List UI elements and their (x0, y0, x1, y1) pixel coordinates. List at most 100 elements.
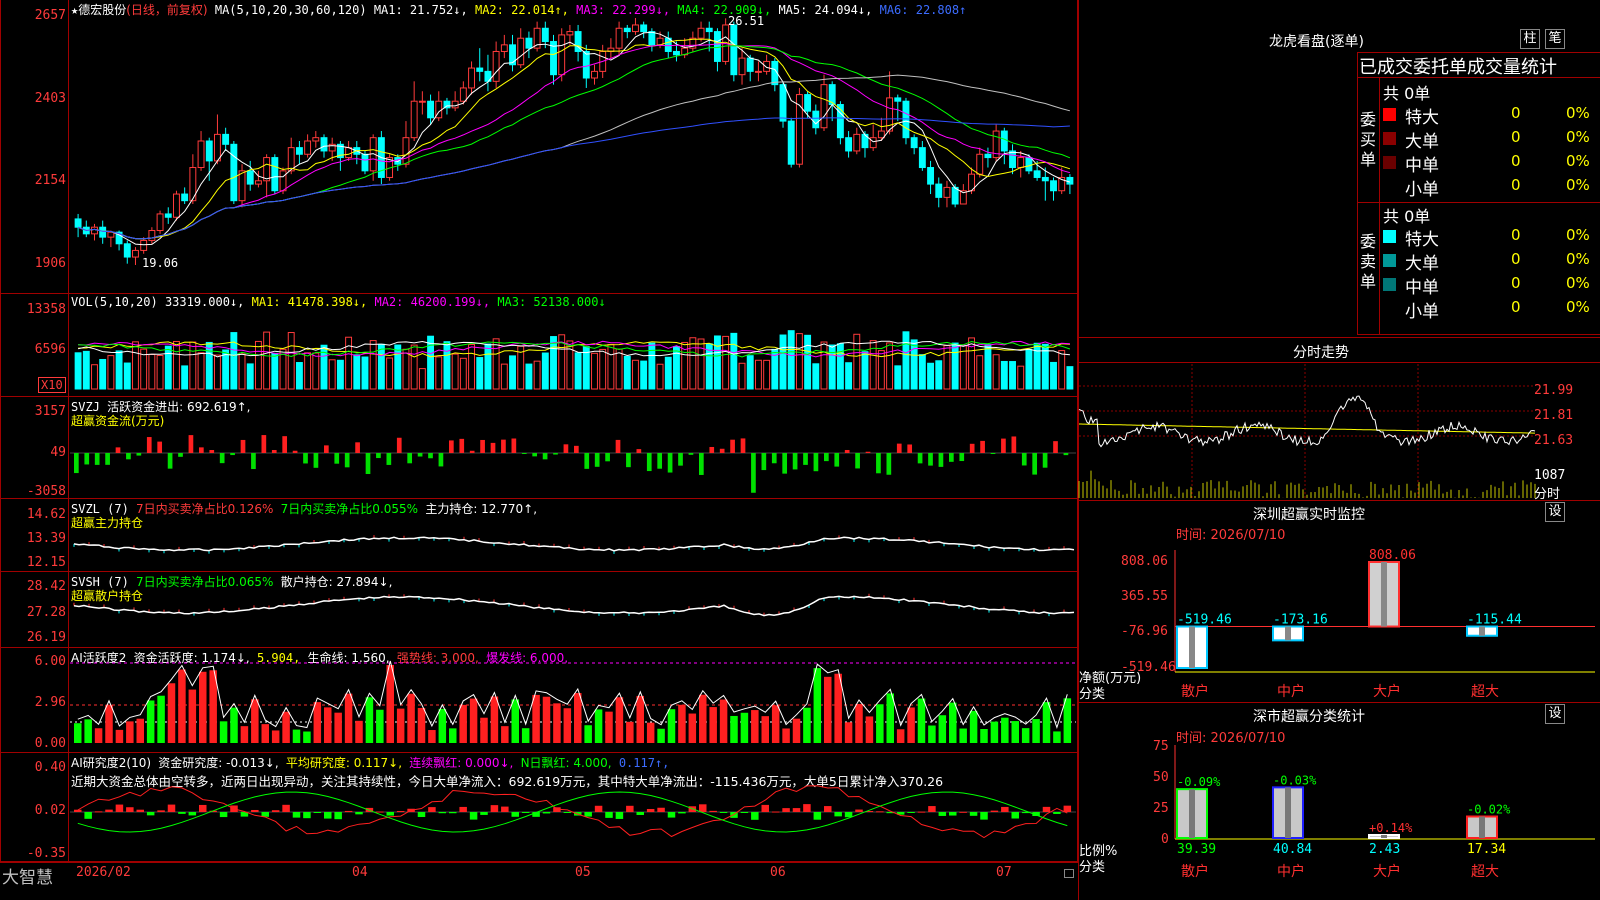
candle-body (632, 24, 639, 33)
flow-bar (313, 453, 319, 468)
ratio-value-label: 2.43 (1369, 842, 1400, 857)
flow-bar (407, 453, 413, 464)
vol-axis-label: 6596 (34, 342, 66, 357)
svsh-chart[interactable] (70, 573, 1078, 648)
low-price-mark: 19.06 (142, 256, 179, 270)
bar-view-button[interactable]: 柱 (1520, 29, 1540, 49)
ratio-change-label: -0.02% (1467, 802, 1511, 816)
volume-bar (82, 350, 90, 390)
candle-body (181, 193, 189, 202)
activity-bar (199, 671, 207, 743)
candle-body (746, 57, 754, 72)
volume-bar (976, 355, 984, 390)
activity-bar (480, 717, 488, 743)
flow-bar (501, 439, 506, 453)
ai1-chart[interactable] (70, 649, 1078, 753)
activity-bar (157, 695, 165, 743)
intraday-chart[interactable] (1078, 364, 1536, 500)
research-bar (344, 810, 353, 812)
svzl-chart[interactable] (70, 500, 1078, 572)
volume-bar (246, 363, 254, 390)
flow-bar (542, 453, 548, 460)
time-label: 06 (770, 865, 786, 880)
dragon-subtitle: 已成交委托单成交量统计 (1359, 57, 1557, 78)
volume-bar (263, 331, 271, 390)
candle-body (673, 50, 680, 56)
flow-bar (813, 453, 819, 472)
volume-bar (107, 355, 115, 390)
candle-body (705, 27, 713, 33)
ratio-bar-shade (1189, 789, 1195, 838)
ai2-chart[interactable] (70, 754, 1078, 862)
research-bar (438, 812, 447, 814)
sz-monitor-settings-button[interactable]: 设 (1545, 502, 1565, 522)
volume-bar (787, 330, 795, 390)
volume-bar (853, 333, 861, 390)
order-color-swatch (1383, 278, 1396, 291)
candle-body (713, 31, 721, 62)
activity-bar (355, 720, 363, 743)
activity-bar (594, 709, 603, 743)
flow-bar (855, 453, 860, 469)
ratio-change-label: +0.14% (1369, 821, 1413, 835)
activity-bar (219, 721, 228, 743)
dragon-title: 龙虎看盘(逐单) (1269, 34, 1364, 50)
activity-bar (886, 693, 894, 743)
research-bar (313, 812, 322, 813)
sz-class-settings-button[interactable]: 设 (1545, 704, 1565, 724)
candle-body (492, 50, 500, 82)
activity-bar (240, 726, 249, 743)
research-bar (303, 812, 311, 819)
flow-bar (136, 453, 142, 456)
flow-bar (1032, 453, 1038, 475)
candle-body (222, 133, 230, 145)
research-bar (199, 804, 207, 812)
order-percent: 0% (1566, 128, 1590, 146)
candle-body (156, 213, 164, 232)
volume-bar (377, 343, 385, 390)
flow-bar (1001, 438, 1006, 453)
order-color-swatch (1383, 302, 1396, 315)
order-count: 0 (1511, 176, 1521, 194)
tick-view-button[interactable]: 笔 (1545, 29, 1565, 49)
dragon-row-divider (1357, 77, 1600, 78)
price-chart[interactable] (70, 0, 1078, 290)
flow-bar (469, 450, 475, 453)
activity-bar (636, 695, 644, 743)
candle-body (459, 87, 467, 102)
volume-bar (353, 354, 361, 390)
sz-monitor-chart[interactable]: -519.46 散户 -173.16 中户 808.06 大户 -115.44 超大 (1174, 548, 1595, 700)
candle-body (230, 143, 238, 202)
activity-bar (1021, 728, 1030, 743)
candle-body (517, 37, 525, 66)
sz-class-axis: 75 (1153, 739, 1169, 754)
research-bar (844, 812, 853, 818)
flow-bar (261, 435, 267, 453)
sz-monitor-divider (1079, 500, 1600, 501)
research-bar (511, 812, 519, 817)
volume-bar (1000, 360, 1008, 390)
volume-bar (509, 355, 516, 390)
flow-bar (1011, 436, 1017, 453)
activity-bar (282, 711, 290, 743)
buy-total: 共 0单 (1383, 84, 1431, 103)
volume-bar (468, 344, 475, 390)
flow-bar (803, 453, 808, 465)
activity-bar (907, 707, 915, 743)
volume-chart[interactable] (70, 295, 1078, 395)
flow-bar (907, 444, 913, 453)
volume-bar (115, 350, 123, 390)
intraday-price-line (1078, 395, 1536, 448)
candle-body (418, 100, 426, 103)
flow-bar (146, 437, 152, 453)
volume-bar (222, 349, 230, 390)
flow-bar (511, 438, 517, 453)
flow-bar (938, 453, 944, 467)
sz-class-chart[interactable]: -0.09% 39.39 散户 -0.03% 40.84 中户 +0.14% 2.43 大户 -0… (1174, 745, 1595, 895)
candle-body (984, 153, 992, 159)
candle-body (213, 133, 221, 162)
svzj-chart[interactable] (70, 398, 1078, 498)
activity-bar (74, 723, 82, 743)
volume-bar (886, 342, 894, 390)
order-type-label: 大单 (1405, 132, 1439, 152)
